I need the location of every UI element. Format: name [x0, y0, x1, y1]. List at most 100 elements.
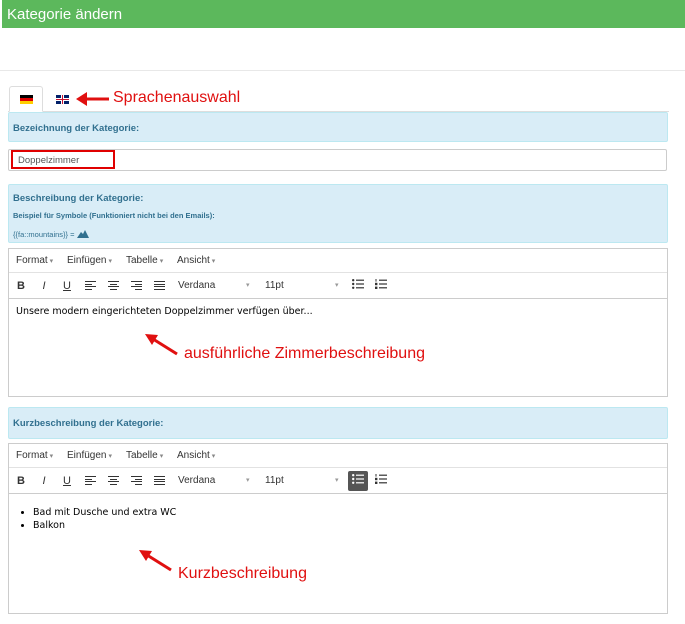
bullet-list-button[interactable]: [348, 276, 368, 296]
menu-view-label: Ansicht: [177, 450, 210, 461]
align-center-button[interactable]: [103, 471, 123, 491]
caret-down-icon: ▾: [49, 453, 54, 460]
bullet-list-icon: [352, 279, 364, 289]
font-size-select[interactable]: 11pt ▾: [265, 280, 341, 291]
align-center-icon: [107, 476, 119, 485]
annotation-short-description: Kurzbeschreibung: [178, 565, 307, 582]
list-item: Balkon: [33, 519, 176, 532]
page-header: Kategorie ändern: [2, 0, 685, 28]
menu-table[interactable]: Tabelle ▾: [126, 450, 163, 461]
underline-button[interactable]: U: [57, 276, 77, 296]
annotation-arrow-icon: [145, 334, 178, 356]
annotation-long-description: ausführliche Zimmerbeschreibung: [184, 345, 425, 362]
menu-view[interactable]: Ansicht ▾: [177, 450, 215, 461]
menu-format-label: Format: [16, 255, 48, 266]
align-left-button[interactable]: [80, 471, 100, 491]
caret-down-icon: ▾: [159, 258, 164, 265]
page-title: Kategorie ändern: [7, 6, 123, 23]
font-size-value: 11pt: [265, 475, 284, 486]
menu-table-label: Tabelle: [126, 450, 158, 461]
name-section-header: Bezeichnung der Kategorie:: [8, 112, 668, 142]
long-description-text: Unsere modern eingerichteten Doppelzimme…: [16, 306, 313, 317]
caret-down-icon: ▾: [108, 258, 112, 265]
menu-insert-label: Einfügen: [67, 450, 107, 461]
caret-down-icon: ▾: [211, 453, 216, 460]
caret-down-icon: ▾: [335, 282, 339, 289]
caret-down-icon: ▾: [335, 477, 339, 484]
tab-language-english[interactable]: [45, 86, 79, 112]
menu-table[interactable]: Tabelle ▾: [126, 255, 163, 266]
name-section-label: Bezeichnung der Kategorie:: [13, 123, 140, 134]
short-description-list: Bad mit Dusche und extra WC Balkon: [33, 506, 176, 532]
align-justify-icon: [153, 281, 165, 290]
editor-menubar: Format ▾ Einfügen ▾ Tabelle ▾ Ansicht ▾: [9, 444, 667, 468]
numbered-list-button[interactable]: [371, 276, 391, 296]
caret-down-icon: ▾: [108, 453, 112, 460]
font-family-value: Verdana: [178, 280, 216, 291]
long-description-editor: Format ▾ Einfügen ▾ Tabelle ▾ Ansicht ▾ B I …: [8, 248, 668, 397]
menu-format-label: Format: [16, 450, 48, 461]
caret-down-icon: ▾: [49, 258, 54, 265]
align-left-button[interactable]: [80, 276, 100, 296]
flag-uk-icon: [56, 95, 69, 104]
divider: [0, 70, 685, 71]
mountains-icon: [76, 230, 89, 238]
symbol-example-text: {{fa::mountains}} =: [13, 230, 75, 239]
font-family-select[interactable]: Verdana ▾: [178, 475, 250, 486]
desc-section-label: Beschreibung der Kategorie:: [13, 193, 144, 204]
font-size-select[interactable]: 11pt ▾: [265, 475, 341, 486]
numbered-list-icon: [375, 474, 387, 484]
flag-germany-icon: [20, 95, 33, 104]
numbered-list-button[interactable]: [371, 471, 391, 491]
short-section-label: Kurzbeschreibung der Kategorie:: [13, 418, 164, 429]
menu-insert-label: Einfügen: [67, 255, 107, 266]
align-left-icon: [84, 281, 96, 290]
editor-toolbar: B I U Verdana ▾ 11pt ▾: [9, 468, 667, 494]
bullet-list-icon: [352, 474, 364, 484]
align-justify-icon: [153, 476, 165, 485]
menu-format[interactable]: Format ▾: [16, 255, 53, 266]
caret-down-icon: ▾: [246, 477, 250, 484]
short-section-header: Kurzbeschreibung der Kategorie:: [8, 407, 668, 439]
highlight-box: [11, 150, 115, 169]
align-right-button[interactable]: [126, 276, 146, 296]
symbol-example: {{fa::mountains}} =: [13, 230, 89, 239]
annotation-arrow-icon: [76, 92, 109, 106]
align-right-icon: [130, 476, 142, 485]
align-justify-button[interactable]: [149, 276, 169, 296]
desc-section-header: Beschreibung der Kategorie: Beispiel für…: [8, 184, 668, 243]
bold-button[interactable]: B: [11, 471, 31, 491]
align-center-button[interactable]: [103, 276, 123, 296]
symbol-hint: Beispiel für Symbole (Funktioniert nicht…: [13, 211, 215, 220]
align-justify-button[interactable]: [149, 471, 169, 491]
menu-insert[interactable]: Einfügen ▾: [67, 450, 112, 461]
annotation-language: Sprachenauswahl: [113, 89, 241, 106]
caret-down-icon: ▾: [211, 258, 216, 265]
editor-toolbar: B I U Verdana ▾ 11pt ▾: [9, 273, 667, 299]
short-description-content[interactable]: Bad mit Dusche und extra WC Balkon: [9, 494, 667, 614]
menu-view[interactable]: Ansicht ▾: [177, 255, 215, 266]
short-description-editor: Format ▾ Einfügen ▾ Tabelle ▾ Ansicht ▾ B I …: [8, 443, 668, 614]
italic-button[interactable]: I: [34, 276, 54, 296]
bold-button[interactable]: B: [11, 276, 31, 296]
font-family-value: Verdana: [178, 475, 216, 486]
menu-view-label: Ansicht: [177, 255, 210, 266]
underline-button[interactable]: U: [57, 471, 77, 491]
annotation-arrow-icon: [139, 550, 172, 572]
menu-table-label: Tabelle: [126, 255, 158, 266]
numbered-list-icon: [375, 279, 387, 289]
menu-insert[interactable]: Einfügen ▾: [67, 255, 112, 266]
align-center-icon: [107, 281, 119, 290]
bullet-list-button[interactable]: [348, 471, 368, 491]
caret-down-icon: ▾: [159, 453, 164, 460]
italic-button[interactable]: I: [34, 471, 54, 491]
menu-format[interactable]: Format ▾: [16, 450, 53, 461]
font-family-select[interactable]: Verdana ▾: [178, 280, 250, 291]
tab-language-german[interactable]: [9, 86, 43, 112]
editor-menubar: Format ▾ Einfügen ▾ Tabelle ▾ Ansicht ▾: [9, 249, 667, 273]
list-item: Bad mit Dusche und extra WC: [33, 506, 176, 519]
align-right-icon: [130, 281, 142, 290]
caret-down-icon: ▾: [246, 282, 250, 289]
align-right-button[interactable]: [126, 471, 146, 491]
font-size-value: 11pt: [265, 280, 284, 291]
